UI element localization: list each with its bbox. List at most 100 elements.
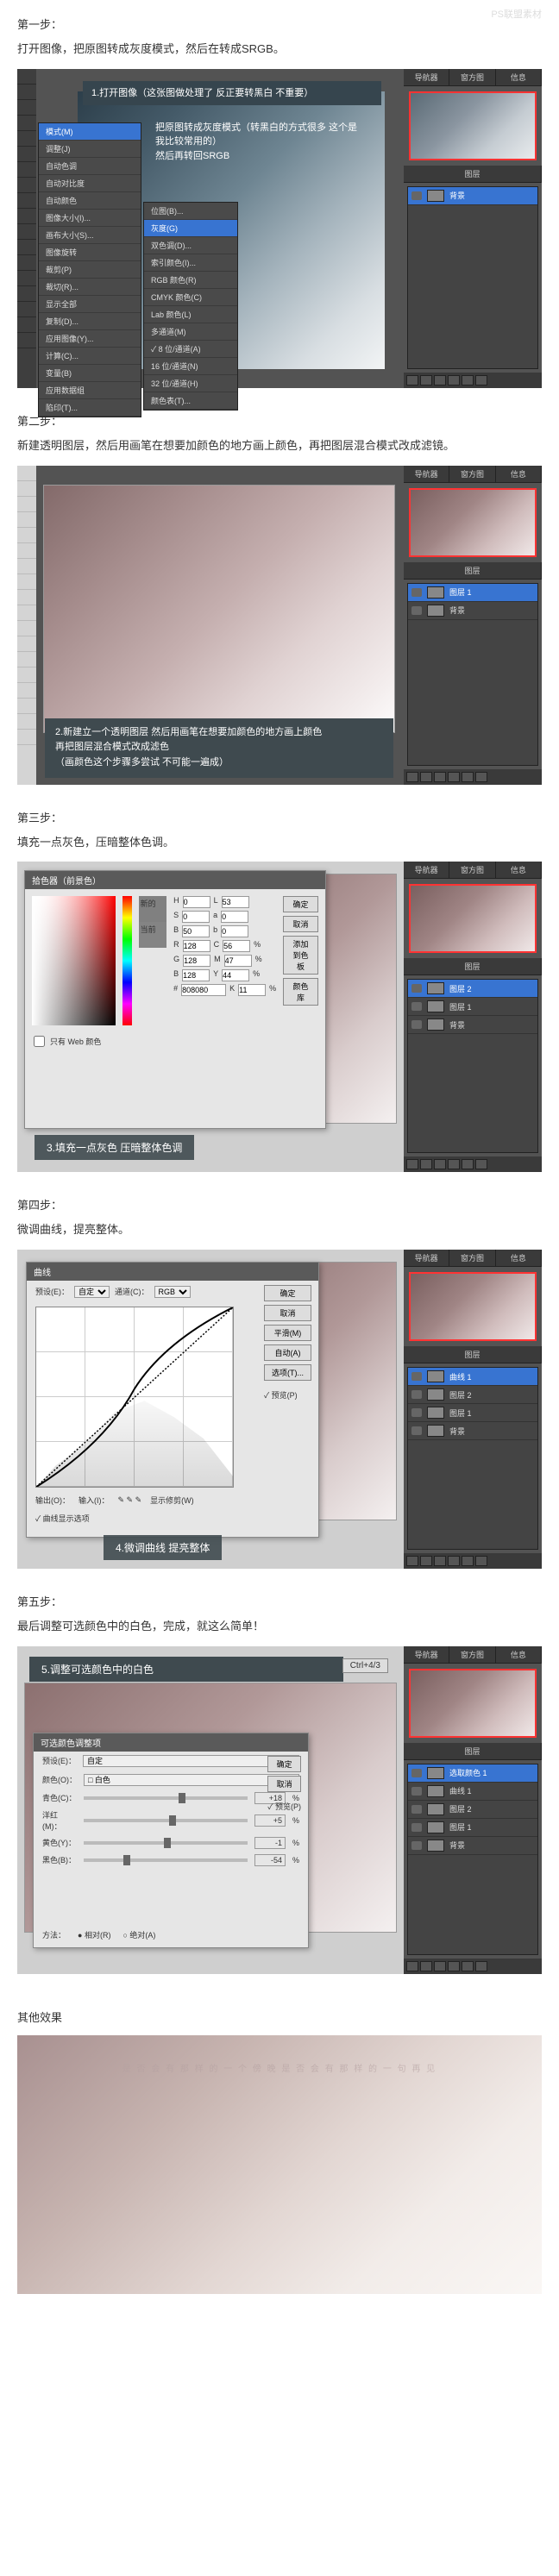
layers-panel[interactable]: 曲线 1图层 2图层 1背景 [407, 1367, 538, 1550]
visibility-icon[interactable] [411, 1769, 422, 1777]
slider-track[interactable] [84, 1858, 248, 1862]
smooth-button[interactable]: 平滑(M) [264, 1325, 311, 1341]
layer-row[interactable]: 图层 1 [408, 584, 537, 602]
tab-navigator[interactable]: 导航器 [404, 69, 449, 85]
visibility-icon[interactable] [411, 1408, 422, 1417]
add-swatch-button[interactable]: 添加到色板 [283, 936, 318, 975]
menu-item[interactable]: 变量(B) [39, 365, 141, 382]
auto-button[interactable]: 自动(A) [264, 1344, 311, 1361]
layer-row[interactable]: 图层 1 [408, 1819, 537, 1837]
cancel-button[interactable]: 取消 [264, 1305, 311, 1321]
slider-value[interactable]: -1 [254, 1837, 286, 1849]
menu-item[interactable]: 自动颜色 [39, 192, 141, 210]
selective-color-dialog[interactable]: 可选颜色调整项 预设(E)：自定 颜色(O)：□ 白色 青色(C)：+18%洋红… [33, 1733, 309, 1948]
layer-row[interactable]: 曲线 1 [408, 1368, 537, 1386]
submenu-item[interactable]: 颜色表(T)... [144, 392, 237, 410]
menu-item[interactable]: 应用数据组 [39, 382, 141, 399]
submenu-item[interactable]: 32 位/通道(H) [144, 375, 237, 392]
submenu-item[interactable]: 灰度(G) [144, 220, 237, 237]
submenu-item[interactable]: 双色调(D)... [144, 237, 237, 254]
menu-item[interactable]: 调整(J) [39, 141, 141, 158]
menu-item[interactable]: 应用图像(Y)... [39, 330, 141, 348]
visibility-icon[interactable] [411, 1020, 422, 1029]
relative-radio[interactable]: ● 相对(R) [78, 1929, 110, 1940]
layer-row[interactable]: 背景 [408, 602, 537, 620]
layer-row[interactable]: 图层 1 [408, 998, 537, 1016]
layer-row[interactable]: 图层 1 [408, 1404, 537, 1422]
navigator-thumb[interactable] [409, 488, 537, 557]
visibility-icon[interactable] [411, 1426, 422, 1435]
slider-value[interactable]: +5 [254, 1814, 286, 1827]
navigator-thumb[interactable] [409, 1669, 537, 1738]
options-button[interactable]: 选项(T)... [264, 1364, 311, 1381]
curves-dialog[interactable]: 曲线 预设(E)：自定 通道(C)：RGB 确定 取消 平滑(M) 自动(A) … [26, 1262, 319, 1538]
mode-submenu[interactable]: 位图(B)...灰度(G)双色调(D)...索引颜色(I)...RGB 颜色(R… [143, 202, 238, 411]
visibility-icon[interactable] [411, 606, 422, 615]
navigator-thumb[interactable] [409, 884, 537, 953]
cancel-button[interactable]: 取消 [267, 1776, 301, 1792]
ok-button[interactable]: 确定 [264, 1285, 311, 1301]
ps-toolbar[interactable] [17, 69, 36, 388]
navigator-thumb[interactable] [409, 1272, 537, 1341]
cancel-button[interactable]: 取消 [283, 916, 318, 932]
ok-button[interactable]: 确定 [267, 1756, 301, 1772]
navigator-thumb[interactable] [409, 91, 537, 160]
slider-track[interactable] [84, 1796, 248, 1800]
preset-select[interactable]: 自定 [74, 1286, 110, 1298]
menu-item[interactable]: 陷印(T)... [39, 399, 141, 417]
menu-item[interactable]: 图像大小(I)... [39, 210, 141, 227]
web-only-checkbox[interactable] [34, 1036, 45, 1047]
menu-item[interactable]: 复制(D)... [39, 313, 141, 330]
menu-item[interactable]: 模式(M) [39, 123, 141, 141]
channel-select[interactable]: RGB [154, 1286, 191, 1298]
submenu-item[interactable]: RGB 颜色(R) [144, 272, 237, 289]
layer-row[interactable]: 背景 [408, 1016, 537, 1034]
layer-row[interactable]: 曲线 1 [408, 1783, 537, 1801]
layer-row[interactable]: 背景 [408, 187, 537, 205]
layer-row[interactable]: 图层 2 [408, 1386, 537, 1404]
visibility-icon[interactable] [411, 1841, 422, 1850]
visibility-icon[interactable] [411, 1823, 422, 1832]
visibility-icon[interactable] [411, 1372, 422, 1381]
layer-row[interactable]: 图层 2 [408, 980, 537, 998]
submenu-item[interactable]: 索引颜色(I)... [144, 254, 237, 272]
layer-controls[interactable] [404, 373, 542, 388]
ok-button[interactable]: 确定 [283, 896, 318, 912]
menu-item[interactable]: 图像旋转 [39, 244, 141, 261]
layers-panel[interactable]: 选取颜色 1曲线 1图层 2图层 1背景 [407, 1764, 538, 1955]
layer-row[interactable]: 背景 [408, 1422, 537, 1440]
submenu-item[interactable]: Lab 颜色(L) [144, 306, 237, 323]
menu-item[interactable]: 裁剪(P) [39, 261, 141, 279]
layers-panel[interactable]: 图层 2图层 1背景 [407, 979, 538, 1153]
visibility-icon[interactable] [411, 1390, 422, 1399]
submenu-item[interactable]: 位图(B)... [144, 203, 237, 220]
submenu-item[interactable]: 多通道(M) [144, 323, 237, 341]
visibility-icon[interactable] [411, 191, 422, 200]
layers-panel[interactable]: 背景 [407, 186, 538, 369]
menu-item[interactable]: 画布大小(S)... [39, 227, 141, 244]
menu-item[interactable]: 裁切(R)... [39, 279, 141, 296]
preset-select[interactable]: 自定 [83, 1755, 299, 1767]
menu-item[interactable]: 自动色调 [39, 158, 141, 175]
slider-value[interactable]: -54 [254, 1854, 286, 1866]
submenu-item[interactable]: CMYK 颜色(C) [144, 289, 237, 306]
visibility-icon[interactable] [411, 984, 422, 993]
layer-row[interactable]: 图层 2 [408, 1801, 537, 1819]
hex-input[interactable] [181, 984, 226, 996]
color-picker-dialog[interactable]: 拾色器（前景色） 新的 当前 HL Sa Bb RC% GM% BY% #K% [24, 870, 326, 1129]
image-menu[interactable]: 模式(M)调整(J)自动色调自动对比度自动颜色图像大小(I)...画布大小(S)… [38, 122, 141, 417]
visibility-icon[interactable] [411, 1805, 422, 1814]
slider-track[interactable] [84, 1841, 248, 1845]
color-field[interactable] [32, 896, 116, 1025]
submenu-item[interactable]: 16 位/通道(N) [144, 358, 237, 375]
ps-toolbar[interactable] [17, 466, 36, 785]
visibility-icon[interactable] [411, 588, 422, 597]
color-lib-button[interactable]: 颜色库 [283, 978, 318, 1006]
layers-panel[interactable]: 图层 1背景 [407, 583, 538, 766]
h-input[interactable] [183, 896, 210, 908]
layer-row[interactable]: 背景 [408, 1837, 537, 1855]
submenu-item[interactable]: ✓ 8 位/通道(A) [144, 341, 237, 358]
hue-slider[interactable] [122, 896, 131, 1025]
absolute-radio[interactable]: ○ 绝对(A) [122, 1929, 155, 1940]
menu-item[interactable]: 自动对比度 [39, 175, 141, 192]
